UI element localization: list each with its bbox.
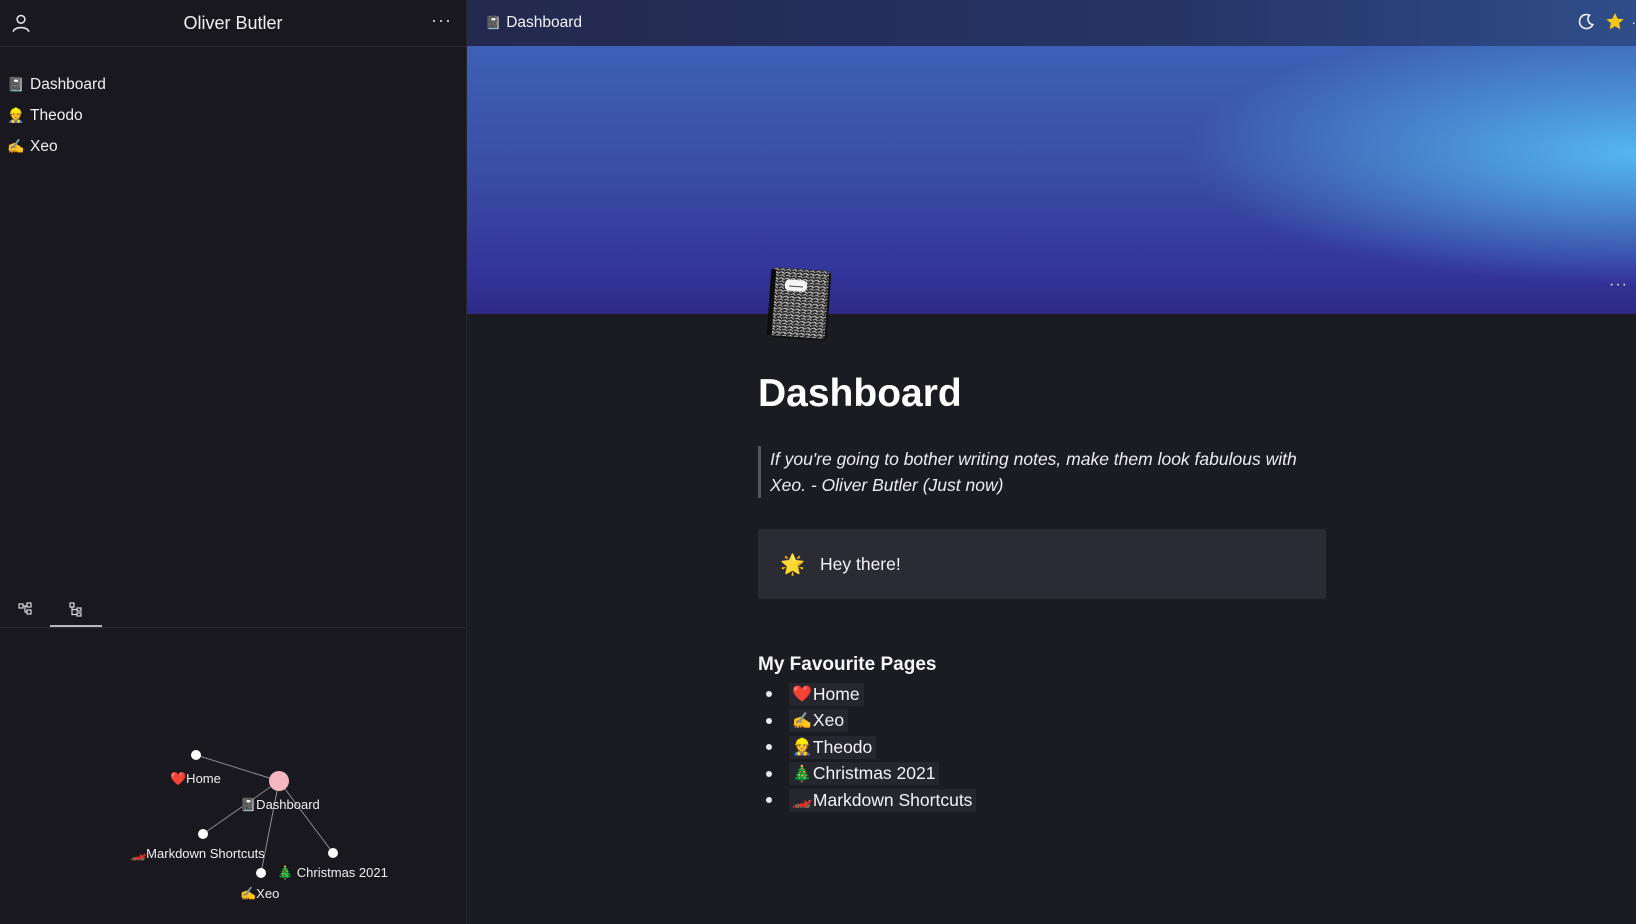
- more-icon[interactable]: ·: [1631, 14, 1636, 30]
- page-link-xeo[interactable]: ✍️ Xeo: [789, 709, 849, 733]
- list-item: ❤️ Home: [758, 681, 1358, 708]
- sidebar-item-label: Xeo: [30, 137, 58, 155]
- top-bar: 📓 Dashboard ·: [467, 0, 1636, 46]
- favourites-list: ❤️ Home ✍️ Xeo 👷 Theodo 🎄 Christmas 2021…: [758, 681, 1358, 814]
- sidebar: Oliver Butler ··· 📓 Dashboard 👷 Theodo ✍…: [0, 0, 467, 924]
- person-icon: 👷: [7, 107, 25, 123]
- race-car-icon: 🏎️: [792, 792, 812, 810]
- page-link-theodo[interactable]: 👷 Theodo: [789, 735, 877, 759]
- cover-image[interactable]: [467, 46, 1636, 314]
- graph-label-dashboard: 📓Dashboard: [240, 797, 320, 812]
- breadcrumb[interactable]: 📓 Dashboard: [485, 14, 582, 32]
- page-graph[interactable]: ❤️Home 📓Dashboard 🏎️Markdown Shortcuts 🎄…: [0, 628, 466, 924]
- graph-view-icon: [18, 602, 32, 615]
- page-content: Dashboard If you're going to bother writ…: [758, 370, 1358, 814]
- star-icon[interactable]: [1605, 12, 1625, 31]
- page-link-christmas-2021[interactable]: 🎄 Christmas 2021: [789, 762, 940, 786]
- glowing-star-icon: 🌟: [780, 553, 805, 576]
- list-item: 🏎️ Markdown Shortcuts: [758, 787, 1358, 814]
- bullet: [766, 770, 772, 777]
- page-link-home[interactable]: ❤️ Home: [789, 682, 864, 706]
- tab-graph-view[interactable]: [0, 593, 52, 625]
- bullet: [766, 691, 772, 697]
- writing-hand-icon: ✍️: [7, 138, 25, 154]
- page-title[interactable]: Dashboard: [758, 370, 1358, 418]
- christmas-tree-icon: 🎄: [792, 765, 812, 783]
- sidebar-view-tabs: [0, 593, 466, 628]
- callout-block[interactable]: 🌟 Hey there!: [758, 529, 1326, 599]
- sidebar-more-button[interactable]: ···: [431, 10, 452, 31]
- graph-node-xeo[interactable]: [256, 868, 266, 878]
- heart-icon: ❤️: [792, 686, 812, 704]
- graph-label-xeo: ✍️Xeo: [240, 886, 279, 901]
- user-icon[interactable]: [10, 12, 32, 34]
- workspace-title: Oliver Butler: [183, 12, 283, 33]
- page-link-label: Home: [812, 683, 860, 704]
- graph-node-home[interactable]: [191, 750, 201, 760]
- page-link-label: Markdown Shortcuts: [812, 789, 973, 810]
- page-link-label: Christmas 2021: [812, 763, 936, 784]
- list-item: 🎄 Christmas 2021: [758, 761, 1358, 788]
- tab-tree-view[interactable]: [50, 593, 102, 627]
- top-bar-actions: ·: [1567, 12, 1636, 31]
- graph-node-christmas[interactable]: [328, 848, 338, 858]
- tree-view-icon: [69, 601, 82, 617]
- graph-label-home: ❤️Home: [170, 771, 221, 786]
- composition-notebook-icon[interactable]: [765, 266, 835, 346]
- callout-text: Hey there!: [820, 553, 901, 574]
- notebook-icon: 📓: [7, 76, 25, 92]
- graph-label-christmas: 🎄 Christmas 2021: [277, 865, 388, 880]
- page-link-label: Xeo: [812, 710, 845, 731]
- quote-block[interactable]: If you're going to bother writing notes,…: [758, 446, 1330, 498]
- moon-icon[interactable]: [1577, 13, 1595, 31]
- cover-more-button[interactable]: ···: [1609, 276, 1628, 294]
- sidebar-nav: 📓 Dashboard 👷 Theodo ✍️ Xeo: [0, 47, 466, 162]
- list-item: 👷 Theodo: [758, 734, 1358, 761]
- bullet: [766, 797, 772, 803]
- person-icon: 👷: [792, 739, 812, 757]
- favourites-heading[interactable]: My Favourite Pages: [758, 654, 1358, 676]
- sidebar-item-xeo[interactable]: ✍️ Xeo: [0, 131, 466, 162]
- page-link-label: Theodo: [812, 736, 873, 757]
- graph-node-markdown[interactable]: [198, 829, 208, 839]
- sidebar-item-theodo[interactable]: 👷 Theodo: [0, 100, 466, 131]
- sidebar-header: Oliver Butler ···: [0, 0, 466, 47]
- bullet: [766, 717, 772, 724]
- sidebar-item-dashboard[interactable]: 📓 Dashboard: [0, 69, 466, 100]
- sidebar-item-label: Theodo: [30, 106, 83, 124]
- sidebar-item-label: Dashboard: [30, 75, 106, 93]
- writing-hand-icon: ✍️: [792, 712, 812, 730]
- list-item: ✍️ Xeo: [758, 708, 1358, 735]
- breadcrumb-label: Dashboard: [506, 14, 583, 31]
- page-link-markdown-shortcuts[interactable]: 🏎️ Markdown Shortcuts: [789, 788, 977, 812]
- graph-label-markdown: 🏎️Markdown Shortcuts: [130, 846, 265, 861]
- bullet: [766, 744, 772, 750]
- graph-node-dashboard[interactable]: [269, 771, 289, 791]
- notebook-icon: 📓: [485, 15, 502, 30]
- main-panel: 📓 Dashboard · ··· Dashboard If you're go…: [467, 0, 1636, 924]
